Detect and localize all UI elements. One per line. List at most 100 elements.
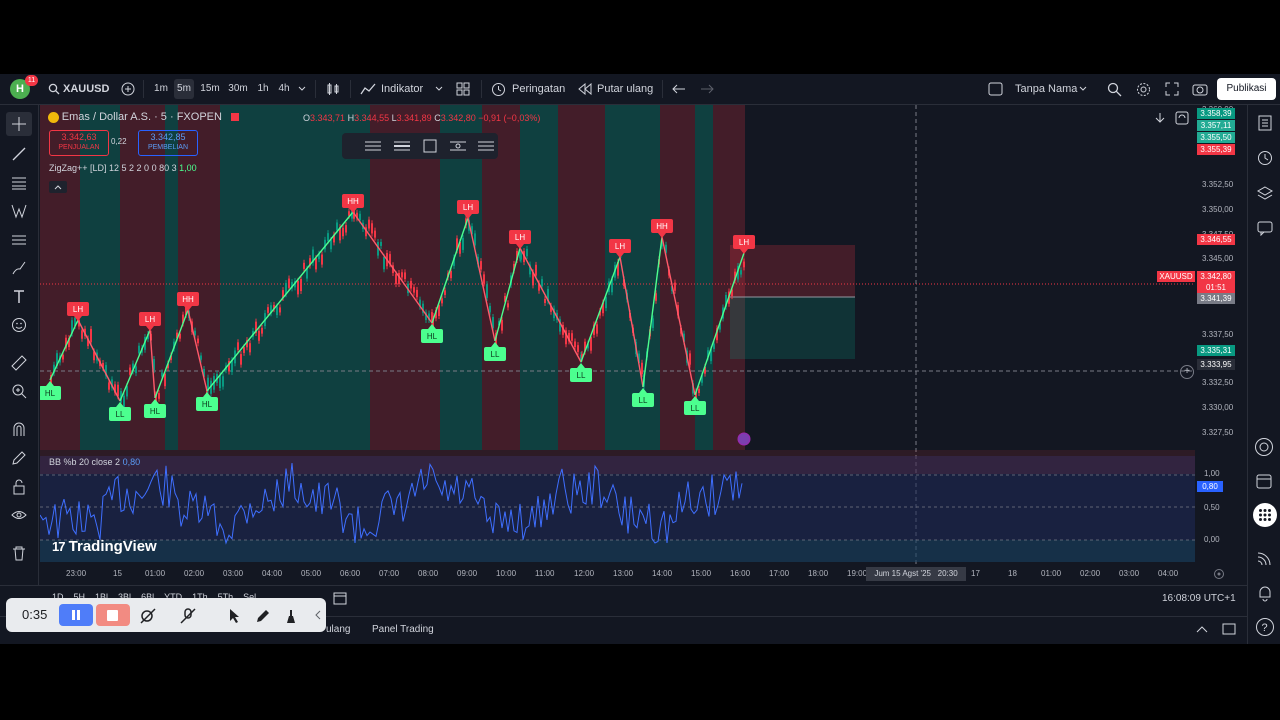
price-scale[interactable]: 3.360,003.352,503.350,003.347,503.345,00… xyxy=(1157,105,1245,580)
svg-text:HH: HH xyxy=(656,222,668,231)
candle xyxy=(261,327,263,334)
layout-icon[interactable] xyxy=(988,82,1003,96)
layers-icon[interactable] xyxy=(1257,185,1273,201)
crosshair-icon[interactable] xyxy=(11,116,27,132)
time-tick: 17 xyxy=(971,569,980,578)
fullscreen-icon[interactable] xyxy=(1165,82,1179,96)
undo-icon[interactable] xyxy=(672,83,686,95)
collapse-icon[interactable] xyxy=(314,610,322,620)
calendar-icon[interactable] xyxy=(1255,472,1273,490)
candle xyxy=(138,345,140,354)
magnet-icon[interactable] xyxy=(11,421,27,437)
brush-icon[interactable] xyxy=(11,260,27,276)
layout-name[interactable]: Tanpa Nama xyxy=(1015,79,1077,99)
help-icon[interactable]: ? xyxy=(1255,617,1275,637)
buy-button[interactable]: 3.342,85 PEMBELIAN xyxy=(138,130,198,156)
tab-panel-trading[interactable]: Panel Trading xyxy=(372,624,434,635)
maximize-panel-icon[interactable] xyxy=(1222,623,1236,635)
pencil-lock-icon[interactable] xyxy=(11,450,27,466)
svg-text:LH: LH xyxy=(73,305,83,314)
interval-30m[interactable]: 30m xyxy=(226,79,250,99)
stop-icon[interactable] xyxy=(107,610,118,621)
candle xyxy=(501,320,503,331)
line-style-icon[interactable] xyxy=(364,139,382,153)
price-tick: 3.330,00 xyxy=(1202,403,1234,412)
short-position-risk-zone[interactable] xyxy=(730,245,855,297)
chat-icon[interactable] xyxy=(1257,220,1273,236)
frame-icon[interactable] xyxy=(422,138,438,154)
symbol-title[interactable]: Emas / Dollar A.S. · 5 · FXOPEN xyxy=(62,111,222,123)
alert-clock-icon[interactable] xyxy=(491,82,506,97)
candle xyxy=(300,278,302,292)
event-marker-icon[interactable] xyxy=(737,432,751,446)
fib-icon[interactable] xyxy=(11,175,27,191)
trend-line-icon[interactable] xyxy=(11,146,27,162)
webcam-off-icon[interactable] xyxy=(140,608,156,624)
pause-icon[interactable] xyxy=(71,610,81,620)
date-range-icon[interactable] xyxy=(333,591,347,605)
redo-icon[interactable] xyxy=(700,83,714,95)
pen-icon[interactable] xyxy=(255,608,271,624)
interval-5m[interactable]: 5m xyxy=(174,79,194,99)
mic-off-icon[interactable] xyxy=(180,608,196,624)
candle xyxy=(571,333,573,341)
settings-gear-icon[interactable] xyxy=(1136,82,1151,97)
interval-1h[interactable]: 1h xyxy=(254,79,272,99)
short-position-target-zone[interactable] xyxy=(730,297,855,359)
candle xyxy=(288,278,290,288)
alerts-clock-icon[interactable] xyxy=(1257,150,1273,166)
add-symbol-icon[interactable] xyxy=(121,82,135,96)
pattern-icon[interactable] xyxy=(11,203,27,219)
text-icon[interactable] xyxy=(11,289,27,305)
ruler-icon[interactable] xyxy=(11,355,27,371)
templates-icon[interactable] xyxy=(456,82,470,96)
interval-4h[interactable]: 4h xyxy=(275,79,293,99)
publish-button[interactable]: Publikasi xyxy=(1217,78,1276,100)
zigzag-legend[interactable]: ZigZag++ [LD] 12 5 2 2 0 0 80 3 1,00 xyxy=(49,163,197,173)
forecast-icon[interactable] xyxy=(11,232,27,248)
price-chart[interactable]: HL LH LL LH HL HH HL HH HL LH LL LH LL LH LL HH LL LH xyxy=(40,105,1195,580)
refresh-icon[interactable] xyxy=(1175,111,1189,125)
indicators-icon[interactable] xyxy=(360,82,376,96)
scroll-down-icon[interactable] xyxy=(1154,112,1166,124)
zoom-in-icon[interactable] xyxy=(11,383,27,399)
quick-search-icon[interactable] xyxy=(1107,82,1122,97)
search-icon[interactable] xyxy=(48,83,60,95)
target-icon[interactable] xyxy=(1254,437,1274,457)
interval-15m[interactable]: 15m xyxy=(198,79,222,99)
trash-icon[interactable] xyxy=(11,545,27,561)
price-label: 3.342,80 xyxy=(1197,271,1235,282)
emoji-icon[interactable] xyxy=(11,317,27,333)
line-width-icon[interactable] xyxy=(393,139,411,153)
indicators-button[interactable]: Indikator xyxy=(381,79,423,99)
bb-legend[interactable]: BB %b 20 close 2 0,80 xyxy=(49,457,140,467)
broadcast-icon[interactable] xyxy=(1256,549,1274,567)
time-axis-settings-icon[interactable] xyxy=(1213,568,1225,580)
watchlist-icon[interactable] xyxy=(1257,115,1273,131)
crosshair-plus-icon[interactable]: + xyxy=(1180,365,1194,379)
camera-icon[interactable] xyxy=(1192,82,1208,96)
symbol-search[interactable]: XAUUSD xyxy=(63,79,109,99)
chevron-down-icon[interactable] xyxy=(298,86,306,92)
replay-icon[interactable] xyxy=(578,83,592,95)
tab-replay-partial[interactable]: ulang xyxy=(326,624,350,635)
candle xyxy=(276,306,278,316)
candles-type-icon[interactable] xyxy=(326,82,340,96)
eye-icon[interactable] xyxy=(11,507,27,523)
chevron-down-icon[interactable] xyxy=(435,86,443,92)
sell-button[interactable]: 3.342,63 PENJUALAN xyxy=(49,130,109,156)
cursor-icon[interactable] xyxy=(228,608,242,624)
lock-icon[interactable] xyxy=(11,479,27,495)
notification-bell-icon[interactable] xyxy=(1256,584,1274,602)
replay-button[interactable]: Putar ulang xyxy=(597,79,653,99)
alert-button[interactable]: Peringatan xyxy=(512,79,565,99)
more-lines-icon[interactable] xyxy=(477,139,495,153)
interval-1m[interactable]: 1m xyxy=(151,79,171,99)
settings-lines-icon[interactable] xyxy=(449,139,467,153)
chevron-up-icon[interactable] xyxy=(1196,625,1208,633)
chevron-down-icon[interactable] xyxy=(1079,86,1087,92)
highlighter-icon[interactable] xyxy=(283,608,299,624)
clock-utc[interactable]: 16:08:09 UTC+1 xyxy=(1162,593,1236,604)
apps-grid-icon[interactable] xyxy=(1258,508,1272,522)
chevron-up-icon[interactable] xyxy=(53,183,63,191)
